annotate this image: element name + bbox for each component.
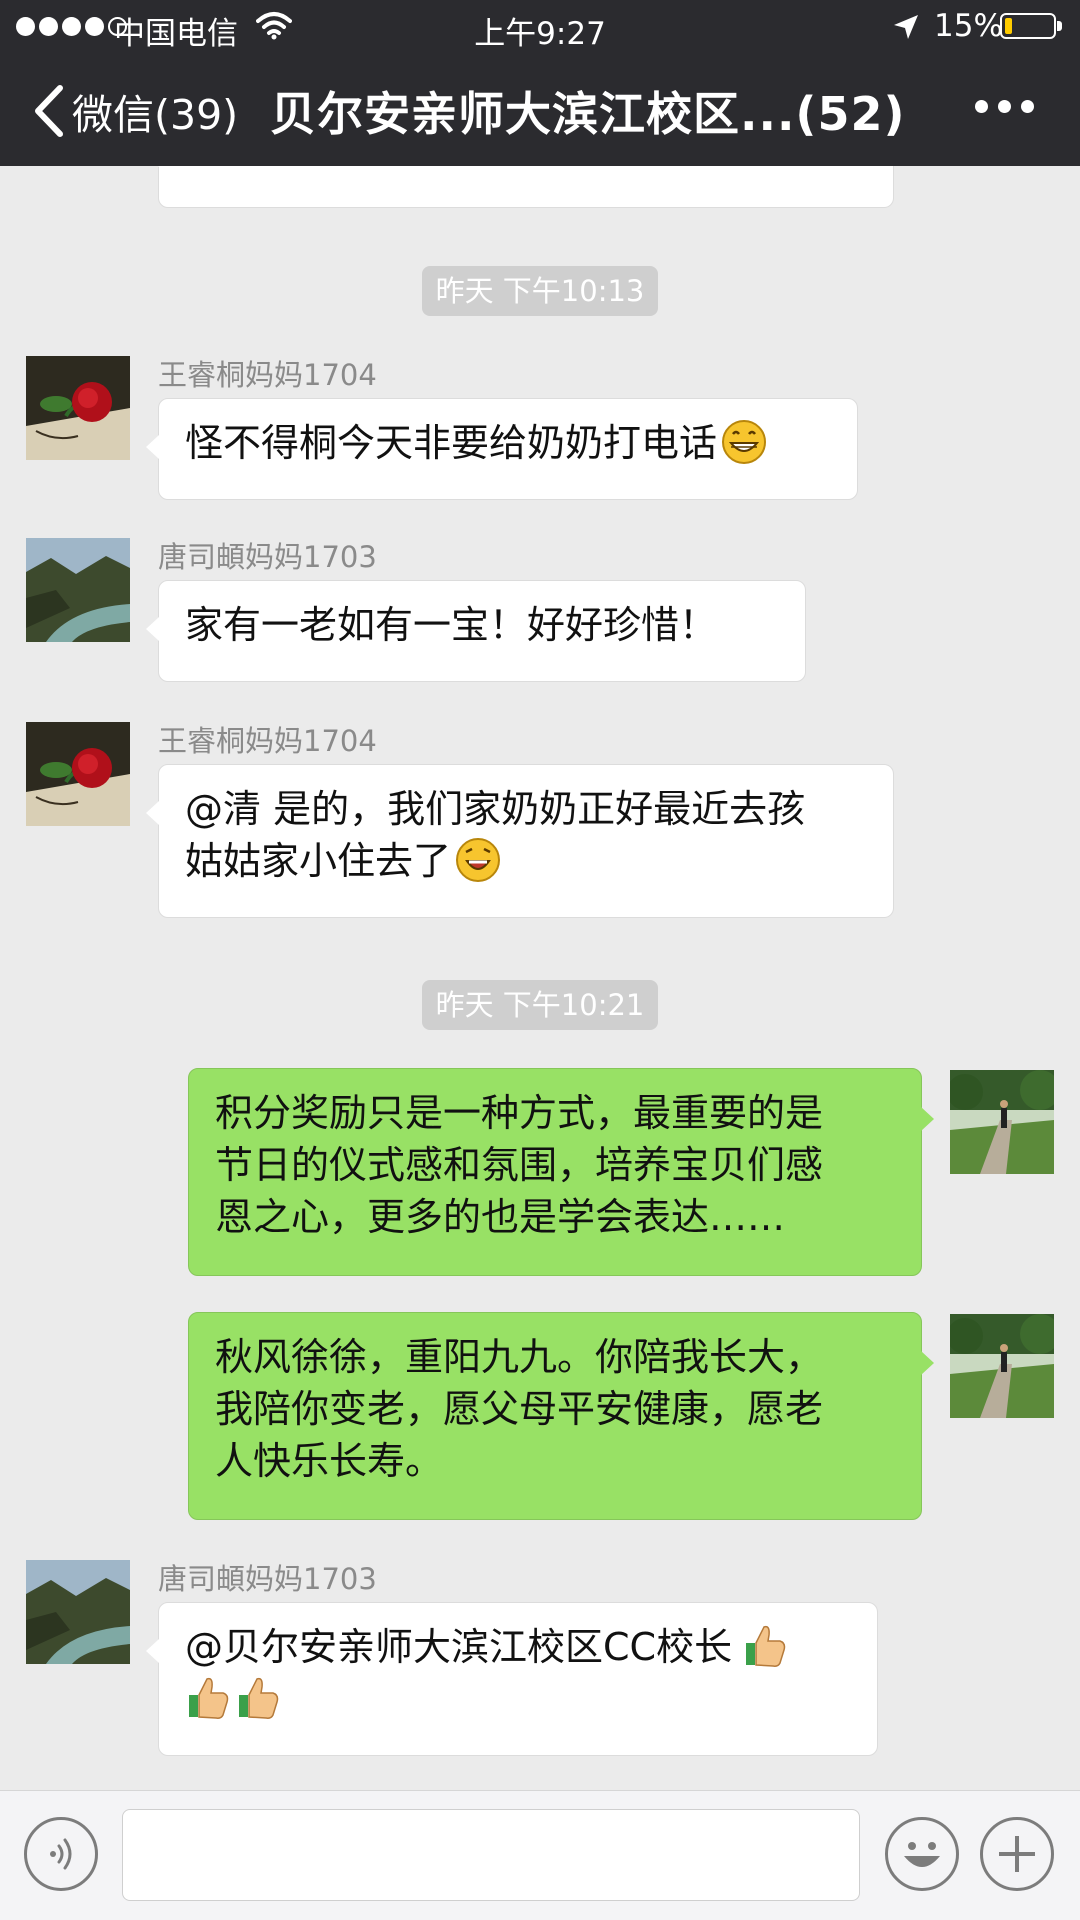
- battery-level: [1005, 18, 1012, 34]
- status-bar: 中国电信 上午9:27 15%: [0, 0, 1080, 56]
- own-message-bubble[interactable]: 积分奖励只是一种方式，最重要的是 节日的仪式感和氛围，培养宝贝们感 恩之心，更多…: [188, 1068, 934, 1276]
- sender-name: 王睿桐妈妈1704: [158, 358, 377, 392]
- message-text-line: 姑姑家小住去了: [185, 839, 452, 883]
- avatar[interactable]: [26, 356, 130, 460]
- river-landscape-avatar-icon: [26, 1560, 130, 1664]
- message-bubble[interactable]: @清 是的，我们家奶奶正好最近去孩 姑姑家小住去了: [146, 764, 894, 918]
- avatar[interactable]: [26, 538, 130, 642]
- rose-avatar-icon: [26, 722, 130, 826]
- rose-avatar-icon: [26, 356, 130, 460]
- sender-name: 唐司頔妈妈1703: [158, 540, 377, 574]
- thumbs-up-icon: [189, 1677, 229, 1719]
- battery-percent: 15%: [934, 8, 1003, 44]
- thumbs-up-icon: [239, 1677, 279, 1719]
- message-bubble[interactable]: 家有一老如有一宝！好好珍惜！: [146, 580, 806, 682]
- input-bar: [0, 1790, 1080, 1920]
- battery-nub: [1057, 21, 1062, 31]
- river-landscape-avatar-icon: [26, 538, 130, 642]
- sender-name: 唐司頔妈妈1703: [158, 1562, 377, 1596]
- nav-bar: 微信(39) 贝尔安亲师大滨江校区...(52): [0, 56, 1080, 166]
- add-button[interactable]: [980, 1817, 1054, 1891]
- chevron-left-icon: [35, 85, 63, 137]
- thumbs-up-icon: [746, 1625, 786, 1667]
- plus-icon: [999, 1836, 1035, 1872]
- grin-emoji-icon: [722, 420, 767, 464]
- message-input[interactable]: [122, 1809, 860, 1901]
- voice-icon: [50, 1838, 72, 1870]
- emoji-button[interactable]: [885, 1817, 959, 1891]
- laugh-emoji-icon: [456, 838, 501, 882]
- sender-name: 王睿桐妈妈1704: [158, 724, 377, 758]
- own-message-bubble[interactable]: 秋风徐徐，重阳九九。你陪我长大， 我陪你变老，愿父母平安健康，愿老 人快乐长寿。: [188, 1312, 934, 1520]
- message-text-line: 秋风徐徐，重阳九九。你陪我长大，: [215, 1335, 824, 1379]
- emoji-face-icon: [904, 1842, 940, 1867]
- message-text-line: 我陪你变老，愿父母平安健康，愿老: [215, 1387, 824, 1431]
- message-text: @贝尔安亲师大滨江校区CC校长: [185, 1625, 733, 1669]
- message-text-line: 积分奖励只是一种方式，最重要的是: [215, 1091, 824, 1135]
- timestamp: 昨天 下午10:21: [0, 980, 1080, 1030]
- message-text-line: @清 是的，我们家奶奶正好最近去孩: [185, 787, 806, 831]
- back-button[interactable]: 微信(39): [30, 82, 238, 140]
- message-text-line: 节日的仪式感和氛围，培养宝贝们感: [215, 1143, 824, 1187]
- location-arrow-icon: [894, 15, 918, 39]
- message-bubble-partial[interactable]: [146, 166, 894, 208]
- more-dots-icon[interactable]: [975, 100, 1034, 113]
- timestamp: 昨天 下午10:13: [0, 266, 1080, 316]
- message-bubble[interactable]: 怪不得桐今天非要给奶奶打电话: [146, 398, 858, 500]
- back-label: 微信(39): [72, 91, 239, 139]
- top-bar: 中国电信 上午9:27 15% 微信(39) 贝尔安亲师大滨江校区...(52): [0, 0, 1080, 166]
- chat-title: 贝尔安亲师大滨江校区...(52): [270, 87, 906, 141]
- message-text-line: 恩之心，更多的也是学会表达……: [215, 1195, 786, 1239]
- chat-area[interactable]: 昨天 下午10:13 王睿桐妈妈1704 怪不得桐今天非要给奶奶打电话 唐司頔妈…: [0, 166, 1080, 1790]
- voice-button[interactable]: [24, 1817, 98, 1891]
- avatar[interactable]: [26, 1560, 130, 1664]
- avatar[interactable]: [26, 722, 130, 826]
- park-path-avatar-icon: [950, 1070, 1054, 1174]
- my-avatar[interactable]: [950, 1070, 1054, 1174]
- message-text-line: 人快乐长寿。: [215, 1439, 444, 1483]
- message-text: 怪不得桐今天非要给奶奶打电话: [185, 421, 718, 465]
- message-text: 家有一老如有一宝！好好珍惜！: [185, 603, 718, 647]
- park-path-avatar-icon: [950, 1314, 1054, 1418]
- message-bubble[interactable]: @贝尔安亲师大滨江校区CC校长: [146, 1602, 878, 1756]
- battery-icon: [1000, 13, 1062, 39]
- my-avatar[interactable]: [950, 1314, 1054, 1418]
